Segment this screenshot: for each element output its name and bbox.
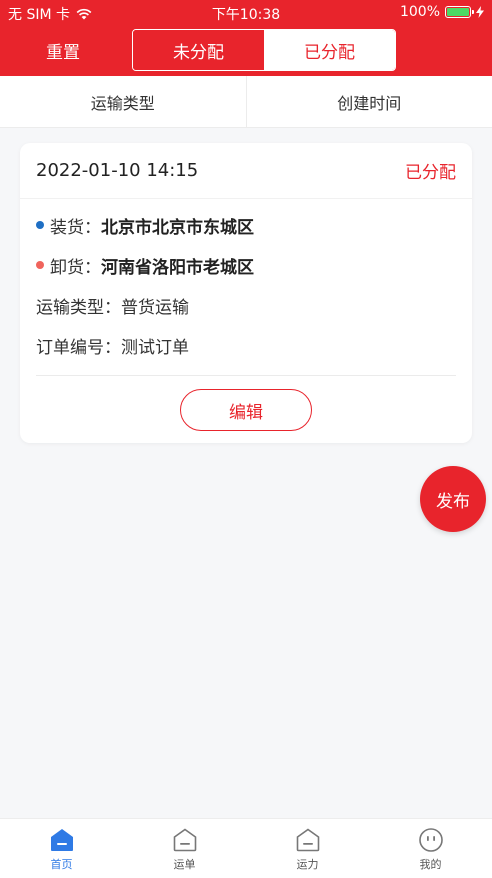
unload-address: 河南省洛阳市老城区 [101,257,254,278]
order-date: 2022-01-10 14:15 [36,160,199,181]
unload-label: 卸货： [50,257,101,278]
tab-profile[interactable]: 我的 [369,819,492,878]
order-number-row: 订单编号： 测试订单 [20,325,472,365]
card-divider [36,375,456,376]
tab-capacity[interactable]: 运力 [246,819,369,878]
order-number-value: 测试订单 [121,337,189,358]
order-number-label: 订单编号： [36,337,121,358]
unload-address-row: 卸货： 河南省洛阳市老城区 [20,245,472,285]
load-dot-icon [36,221,44,229]
load-label: 装货： [50,217,101,238]
reset-button[interactable]: 重置 [46,38,80,63]
publish-button[interactable]: 发布 [420,466,486,532]
edit-button[interactable]: 编辑 [180,389,312,431]
segment-assigned[interactable]: 已分配 [264,30,395,70]
segment-unassigned[interactable]: 未分配 [133,30,264,70]
order-card[interactable]: 2022-01-10 14:15 已分配 装货： 北京市北京市东城区 卸货： 河… [20,143,472,443]
charging-icon [476,6,484,18]
load-address: 北京市北京市东城区 [101,217,254,238]
transport-type-row: 运输类型： 普货运输 [20,285,472,325]
battery-icon [445,6,474,18]
filter-transport-type[interactable]: 运输类型 [0,76,247,127]
home-icon [50,829,73,851]
tab-capacity-label: 运力 [296,858,319,871]
tab-waybill-label: 运单 [173,858,196,871]
battery-info: 100% [400,4,484,20]
tab-home[interactable]: 首页 [0,819,123,878]
status-bar: 无 SIM 卡 下午10:38 100% [0,0,492,24]
filter-created-time[interactable]: 创建时间 [247,76,492,127]
transport-type-label: 运输类型： [36,297,121,318]
transport-type-value: 普货运输 [121,297,189,318]
bottom-tab-bar: 首页 运单 运力 我的 [0,818,492,878]
capacity-icon [296,828,319,852]
order-status-badge: 已分配 [405,163,456,183]
tab-profile-label: 我的 [419,858,442,871]
unload-dot-icon [36,261,44,269]
filter-bar: 运输类型 创建时间 [0,76,492,128]
profile-icon [418,828,443,852]
tab-waybill[interactable]: 运单 [123,819,246,878]
battery-percent: 100% [399,4,440,20]
tab-home-label: 首页 [50,858,73,871]
waybill-icon [173,828,196,852]
assignment-segmented-control: 未分配 已分配 [132,29,396,71]
order-card-header: 2022-01-10 14:15 已分配 [20,143,472,199]
load-address-row: 装货： 北京市北京市东城区 [20,205,472,245]
